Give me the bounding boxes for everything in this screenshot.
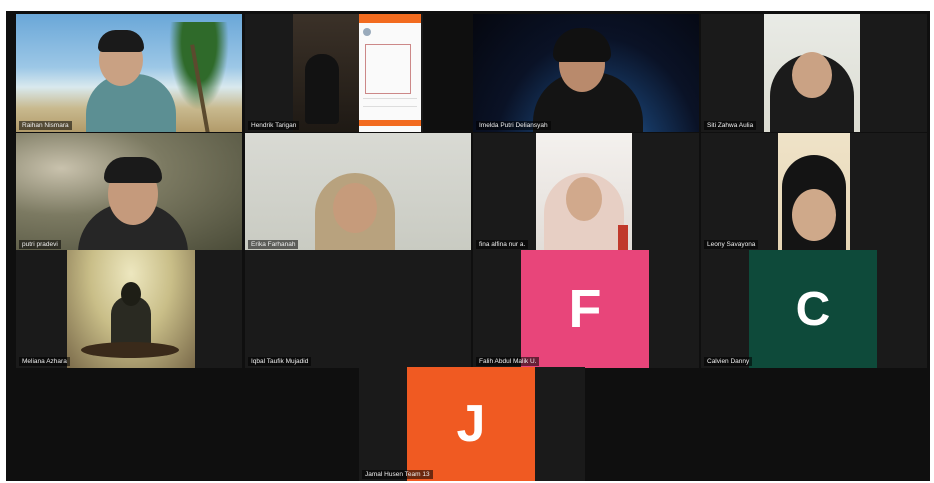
participant-name: Raihan Nismara	[19, 121, 72, 130]
participant-name: Hendrik Tarigan	[248, 121, 300, 130]
participant-video	[245, 133, 471, 251]
participant-tile[interactable]: F Falih Abdul Malik U.	[473, 250, 699, 368]
participant-name: Falih Abdul Malik U.	[476, 357, 540, 366]
participant-tile[interactable]: Meliana Azhara	[16, 250, 242, 368]
participant-name: putri pradevi	[19, 240, 61, 249]
participant-name: Leony Savayona	[704, 240, 759, 249]
participant-name: Imelda Putri Deliansyah	[476, 121, 551, 130]
participant-video	[473, 14, 699, 132]
participant-tile[interactable]: Erika Farhanah	[245, 133, 471, 251]
participant-tile[interactable]: Iqbal Taufik Mujadid	[245, 250, 471, 368]
participant-video	[67, 250, 195, 368]
participant-tile[interactable]: fina alfina nur a.	[473, 133, 699, 251]
avatar-initial: C	[795, 282, 831, 336]
participant-name: Iqbal Taufik Mujadid	[248, 357, 312, 366]
participant-name: Calvien Danny	[704, 357, 753, 366]
participant-avatar: F	[521, 250, 649, 368]
participant-name: Siti Zahwa Aulia	[704, 121, 757, 130]
shared-phone-screen	[359, 14, 421, 132]
participant-tile[interactable]: Imelda Putri Deliansyah	[473, 14, 699, 132]
avatar-initial: F	[568, 279, 602, 339]
participant-name: fina alfina nur a.	[476, 240, 529, 249]
video-gallery: Raihan Nismara Hendrik Tarigan Imelda Pu…	[6, 11, 930, 481]
participant-video	[764, 14, 860, 132]
participant-name: Meliana Azhara	[19, 357, 70, 366]
participant-tile[interactable]: Leony Savayona	[701, 133, 927, 251]
participant-avatar: C	[749, 250, 877, 368]
participant-video	[778, 133, 850, 251]
participant-tile[interactable]: Hendrik Tarigan	[245, 14, 423, 132]
avatar-initial: J	[456, 395, 486, 453]
participant-name: Jamal Husen Team 13	[362, 470, 433, 479]
participant-tile[interactable]: putri pradevi	[16, 133, 242, 251]
participant-video	[16, 133, 242, 251]
participant-name: Erika Farhanah	[248, 240, 299, 249]
participant-tile[interactable]: Siti Zahwa Aulia	[701, 14, 927, 132]
participant-tile[interactable]: Raihan Nismara	[16, 14, 242, 132]
participant-video	[293, 14, 359, 132]
participant-video	[536, 133, 632, 251]
participant-avatar: J	[407, 367, 535, 481]
participant-tile[interactable]: C Calvien Danny	[701, 250, 927, 368]
participant-video	[16, 14, 242, 132]
participant-tile[interactable]: J Jamal Husen Team 13	[359, 367, 585, 481]
